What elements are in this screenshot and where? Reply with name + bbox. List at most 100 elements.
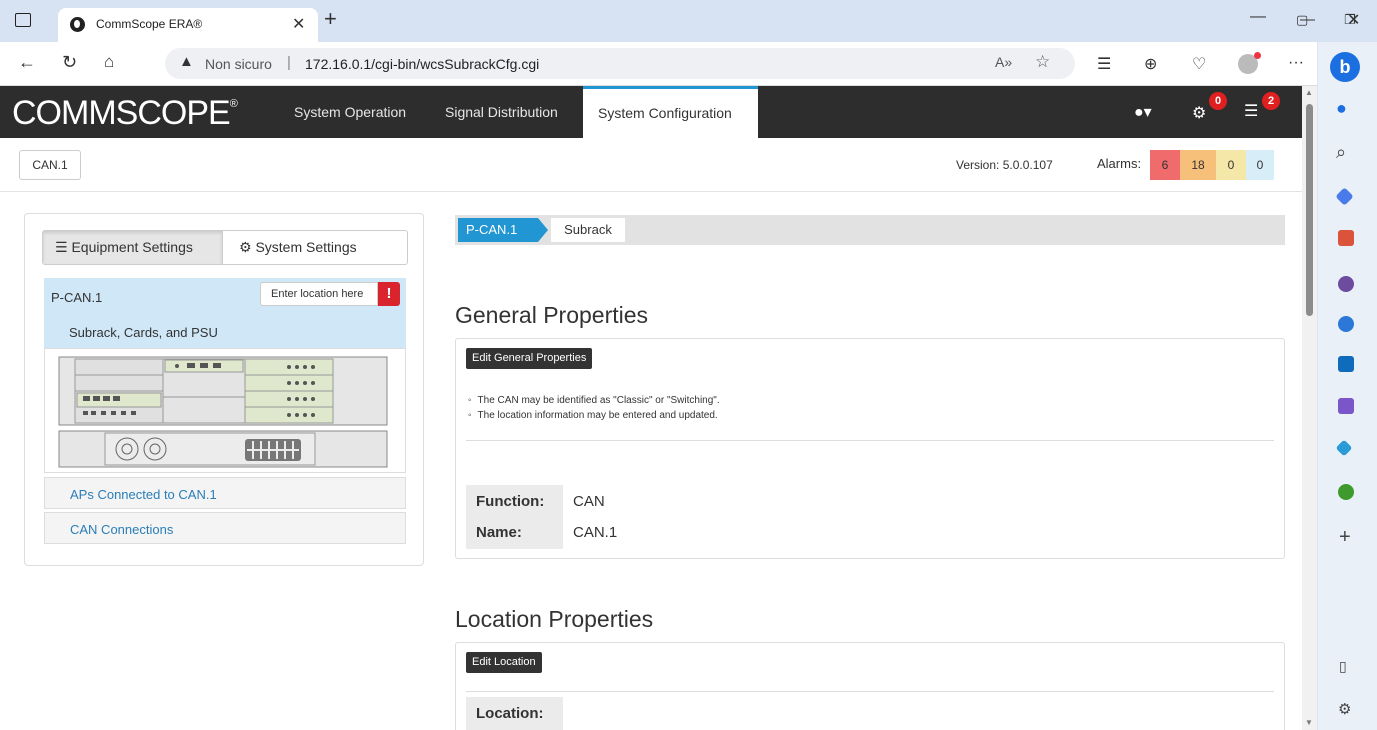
- favorite-star-icon[interactable]: ☆: [1035, 52, 1050, 72]
- location-properties-card: Edit Location Location:: [455, 642, 1285, 730]
- outlook-icon[interactable]: [1338, 356, 1354, 372]
- general-properties-title: General Properties: [455, 302, 649, 328]
- favorites-icon[interactable]: ☰: [1097, 54, 1111, 74]
- logo-registered-mark: ®: [229, 98, 238, 110]
- version-label: Version:: [956, 158, 1000, 172]
- equipment-panel: ☰ Equipment Settings ⚙ System Settings P…: [24, 213, 424, 566]
- tab-actions-icon[interactable]: [15, 13, 31, 27]
- user-menu-icon[interactable]: ●▾: [1134, 102, 1152, 122]
- close-tab-icon[interactable]: ✕: [292, 14, 305, 34]
- home-icon[interactable]: ⌂: [104, 52, 114, 72]
- nav-system-configuration[interactable]: System Configuration: [583, 86, 758, 138]
- location-properties-title: Location Properties: [455, 606, 654, 632]
- refresh-icon[interactable]: ↻: [62, 52, 77, 73]
- nav-system-operation[interactable]: System Operation: [294, 104, 406, 120]
- microsoft-365-icon[interactable]: [1338, 316, 1354, 332]
- warning-icon[interactable]: ▲: [179, 53, 194, 70]
- system-settings-gears-icon: ⚙: [239, 239, 256, 255]
- general-properties-card: Edit General Properties The CAN may be i…: [455, 338, 1285, 559]
- can-selector-button[interactable]: CAN.1: [19, 150, 81, 180]
- can-connections-link[interactable]: CAN Connections: [70, 522, 173, 537]
- general-notes: The CAN may be identified as "Classic" o…: [468, 395, 720, 425]
- profile-avatar-icon[interactable]: [1238, 52, 1261, 74]
- back-icon[interactable]: ←: [18, 52, 36, 73]
- breadcrumb-subrack[interactable]: Subrack: [551, 218, 625, 242]
- task-list-icon[interactable]: ☰: [1244, 101, 1258, 121]
- commscope-logo[interactable]: COMMSCOPE®: [12, 94, 238, 133]
- tab-system-settings-label: System Settings: [255, 239, 357, 255]
- commscope-favicon-icon: [70, 17, 85, 32]
- scroll-down-arrow-icon[interactable]: ▼: [1305, 718, 1313, 727]
- p-can-label: P-CAN.1: [51, 290, 103, 305]
- tab-title: CommScope ERA®: [96, 17, 203, 31]
- collections-icon[interactable]: ⊕: [1144, 54, 1157, 74]
- scrollbar-thumb[interactable]: [1306, 104, 1313, 316]
- maximize-icon[interactable]: ▢: [1296, 12, 1308, 28]
- alarm-major-count[interactable]: 18: [1180, 150, 1216, 180]
- subrack-image[interactable]: [44, 348, 406, 473]
- name-label: Name:: [466, 516, 563, 549]
- close-window-icon[interactable]: ✕: [1347, 10, 1360, 30]
- tab-equipment-settings[interactable]: ☰ Equipment Settings: [43, 231, 223, 264]
- browser-tab[interactable]: CommScope ERA® ✕: [58, 8, 318, 42]
- breadcrumb: P-CAN.1 Subrack: [455, 215, 1285, 245]
- sub-header: CAN.1 Version: 5.0.0.107 Alarms: 6 18 0 …: [0, 138, 1302, 192]
- app-header: COMMSCOPE® System Operation Signal Distr…: [0, 86, 1302, 138]
- divider: [466, 691, 1274, 692]
- aps-connected-link[interactable]: APs Connected to CAN.1: [70, 487, 217, 502]
- divider: [466, 440, 1274, 441]
- logo-text: COMMSCOPE: [12, 94, 231, 132]
- scroll-up-arrow-icon[interactable]: ▲: [1305, 88, 1313, 97]
- minimize-window-icon[interactable]: —: [1250, 8, 1266, 26]
- settings-gears-icon[interactable]: ⚙: [1192, 103, 1206, 123]
- name-value: CAN.1: [573, 524, 618, 541]
- browser-tab-bar: CommScope ERA® ✕ + — ❐ ✕ ▢ —: [0, 0, 1377, 42]
- version-text: Version: 5.0.0.107: [956, 158, 1053, 172]
- tools-briefcase-icon[interactable]: [1338, 230, 1354, 246]
- nav-system-configuration-label: System Configuration: [598, 105, 732, 121]
- general-note: The location information may be entered …: [468, 410, 720, 421]
- settings-tab-switch: ☰ Equipment Settings ⚙ System Settings: [42, 230, 408, 265]
- games-icon[interactable]: [1338, 276, 1354, 292]
- p-can-row[interactable]: P-CAN.1 Enter location here !: [44, 278, 406, 316]
- general-note: The CAN may be identified as "Classic" o…: [468, 395, 720, 406]
- designer-icon[interactable]: [1338, 398, 1354, 414]
- alarm-critical-count[interactable]: 6: [1150, 150, 1180, 180]
- address-bar[interactable]: ▲ Non sicuro | 172.16.0.1/cgi-bin/wcsSub…: [165, 48, 1075, 79]
- bing-copilot-icon[interactable]: b: [1330, 52, 1360, 82]
- tree-icon[interactable]: [1338, 484, 1354, 500]
- equipment-settings-icon: ☰: [55, 239, 72, 255]
- subrack-cards-psu-label: Subrack, Cards, and PSU: [69, 325, 218, 340]
- task-list-badge: 2: [1262, 92, 1280, 110]
- new-tab-icon[interactable]: +: [324, 6, 337, 32]
- can-connections-item[interactable]: CAN Connections: [44, 512, 406, 544]
- location-input[interactable]: Enter location here: [260, 282, 378, 306]
- read-aloud-icon[interactable]: A»: [995, 54, 1012, 70]
- edit-general-properties-button[interactable]: Edit General Properties: [466, 348, 593, 369]
- subrack-cards-psu-item[interactable]: Subrack, Cards, and PSU: [44, 316, 406, 348]
- hide-sidebar-icon[interactable]: ▯: [1339, 658, 1347, 675]
- nav-signal-distribution[interactable]: Signal Distribution: [445, 104, 558, 120]
- settings-badge: 0: [1209, 92, 1227, 110]
- tab-equipment-settings-label: Equipment Settings: [71, 239, 193, 255]
- page-scrollbar[interactable]: ▲ ▼: [1302, 86, 1317, 730]
- location-warning-icon: !: [378, 282, 400, 306]
- subrack-diagram: [58, 356, 388, 468]
- url-text[interactable]: 172.16.0.1/cgi-bin/wcsSubrackCfg.cgi: [305, 56, 539, 72]
- aps-connected-item[interactable]: APs Connected to CAN.1: [44, 477, 406, 509]
- alarm-minor-count[interactable]: 0: [1216, 150, 1246, 180]
- tab-system-settings[interactable]: ⚙ System Settings: [223, 231, 407, 264]
- sidebar-settings-gear-icon[interactable]: ⚙: [1338, 700, 1351, 718]
- sidebar-search-icon[interactable]: ⌕: [1336, 142, 1346, 163]
- breadcrumb-p-can[interactable]: P-CAN.1: [458, 218, 548, 242]
- version-value: 5.0.0.107: [1002, 158, 1053, 172]
- add-sidebar-app-icon[interactable]: +: [1339, 526, 1351, 549]
- extensions-icon[interactable]: ♡: [1192, 54, 1206, 74]
- address-toolbar: ← ↻ ⌂ ▲ Non sicuro | 172.16.0.1/cgi-bin/…: [0, 42, 1377, 86]
- separator: |: [287, 54, 291, 71]
- insecure-label: Non sicuro: [205, 56, 272, 72]
- alarm-warning-count[interactable]: 0: [1246, 150, 1274, 180]
- more-menu-icon[interactable]: ···: [1288, 54, 1304, 72]
- notifications-bell-icon[interactable]: ●: [1336, 98, 1347, 119]
- edit-location-button[interactable]: Edit Location: [466, 652, 542, 673]
